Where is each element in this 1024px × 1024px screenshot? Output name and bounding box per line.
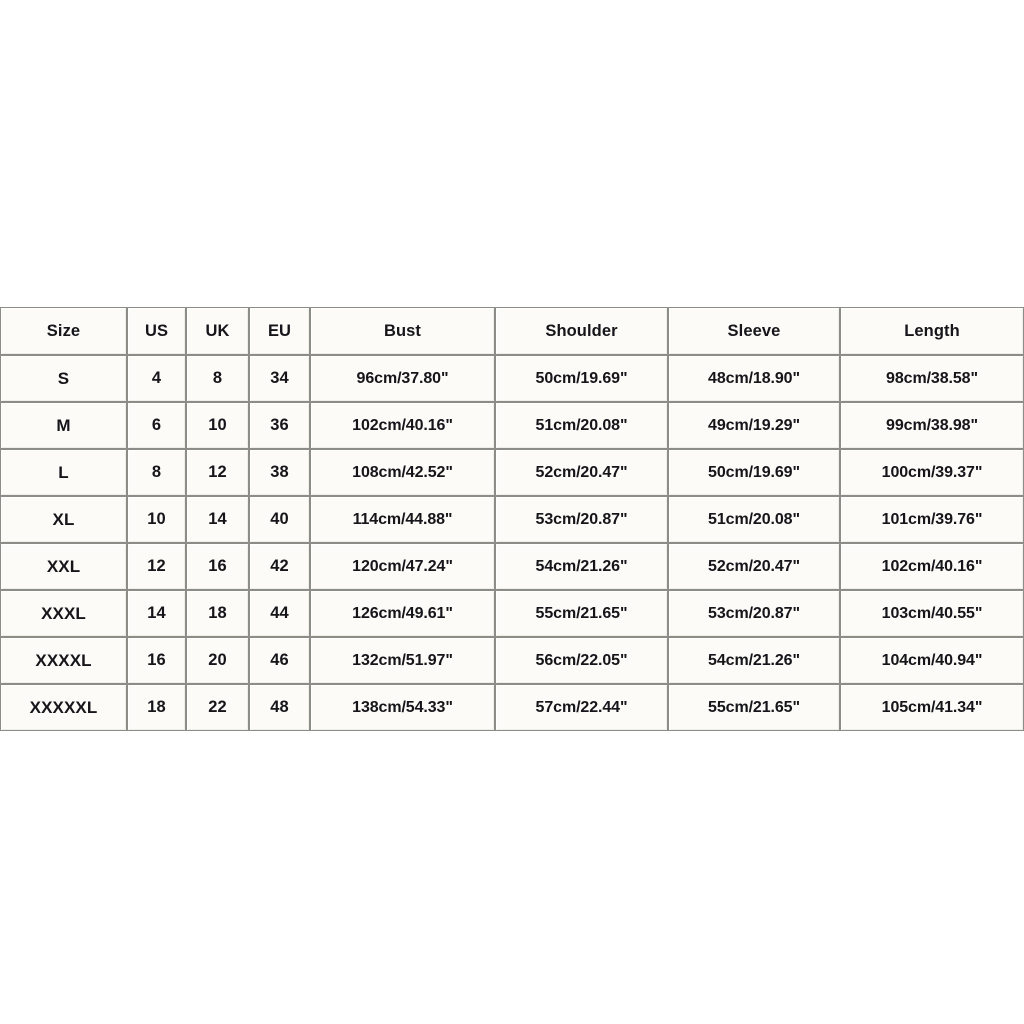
table-row: L 8 12 38 108cm/42.52" 52cm/20.47" 50cm/19.69"… [0,449,1024,496]
size-number-cell-uk: 10 [186,402,249,449]
measurement-cell-sleeve: 55cm/21.65" [668,684,840,731]
column-header-us: US [127,307,186,355]
measurement-cell-sleeve: 54cm/21.26" [668,637,840,684]
size-label-cell: XXXXL [0,637,127,684]
measurement-cell-length: 98cm/38.58" [840,355,1024,402]
measurement-cell-length: 100cm/39.37" [840,449,1024,496]
size-number-cell-us: 8 [127,449,186,496]
size-number-cell-us: 12 [127,543,186,590]
measurement-cell-shoulder: 51cm/20.08" [495,402,668,449]
measurement-cell-bust: 132cm/51.97" [310,637,495,684]
table-row: XL 10 14 40 114cm/44.88" 53cm/20.87" 51cm/20.0… [0,496,1024,543]
measurement-cell-shoulder: 55cm/21.65" [495,590,668,637]
table-row: XXL 12 16 42 120cm/47.24" 54cm/21.26" 52cm/20.… [0,543,1024,590]
measurement-cell-sleeve: 51cm/20.08" [668,496,840,543]
measurement-cell-shoulder: 53cm/20.87" [495,496,668,543]
size-number-cell-us: 16 [127,637,186,684]
table-row: XXXXL 16 20 46 132cm/51.97" 56cm/22.05" 54cm/2… [0,637,1024,684]
table-row: S 4 8 34 96cm/37.80" 50cm/19.69" 48cm/18.90" 98… [0,355,1024,402]
size-number-cell-eu: 36 [249,402,310,449]
size-number-cell-eu: 38 [249,449,310,496]
measurement-cell-shoulder: 56cm/22.05" [495,637,668,684]
column-header-bust: Bust [310,307,495,355]
size-number-cell-uk: 12 [186,449,249,496]
size-number-cell-eu: 44 [249,590,310,637]
measurement-cell-length: 104cm/40.94" [840,637,1024,684]
size-chart-container: Size US UK EU Bust Shoulder Sleeve Length S 4 8 34… [0,307,1024,731]
size-number-cell-eu: 34 [249,355,310,402]
size-number-cell-uk: 8 [186,355,249,402]
measurement-cell-bust: 102cm/40.16" [310,402,495,449]
measurement-cell-shoulder: 52cm/20.47" [495,449,668,496]
measurement-cell-sleeve: 48cm/18.90" [668,355,840,402]
column-header-eu: EU [249,307,310,355]
size-number-cell-eu: 46 [249,637,310,684]
size-number-cell-uk: 14 [186,496,249,543]
size-number-cell-us: 4 [127,355,186,402]
measurement-cell-shoulder: 57cm/22.44" [495,684,668,731]
measurement-cell-sleeve: 50cm/19.69" [668,449,840,496]
measurement-cell-sleeve: 53cm/20.87" [668,590,840,637]
table-row: XXXL 14 18 44 126cm/49.61" 55cm/21.65" 53cm/20… [0,590,1024,637]
table-row: XXXXXL 18 22 48 138cm/54.33" 57cm/22.44" 55cm/… [0,684,1024,731]
measurement-cell-length: 105cm/41.34" [840,684,1024,731]
column-header-uk: UK [186,307,249,355]
measurement-cell-shoulder: 50cm/19.69" [495,355,668,402]
measurement-cell-sleeve: 52cm/20.47" [668,543,840,590]
size-number-cell-us: 18 [127,684,186,731]
size-number-cell-eu: 40 [249,496,310,543]
size-label-cell: S [0,355,127,402]
column-header-length: Length [840,307,1024,355]
measurement-cell-bust: 120cm/47.24" [310,543,495,590]
size-label-cell: XXXL [0,590,127,637]
column-header-shoulder: Shoulder [495,307,668,355]
size-number-cell-eu: 48 [249,684,310,731]
measurement-cell-sleeve: 49cm/19.29" [668,402,840,449]
column-header-size: Size [0,307,127,355]
size-chart-page: Size US UK EU Bust Shoulder Sleeve Length S 4 8 34… [0,0,1024,1024]
size-label-cell: L [0,449,127,496]
measurement-cell-length: 101cm/39.76" [840,496,1024,543]
table-header-row: Size US UK EU Bust Shoulder Sleeve Length [0,307,1024,355]
measurement-cell-shoulder: 54cm/21.26" [495,543,668,590]
table-body: S 4 8 34 96cm/37.80" 50cm/19.69" 48cm/18.90" 98… [0,355,1024,731]
size-label-cell: XXXXXL [0,684,127,731]
measurement-cell-bust: 108cm/42.52" [310,449,495,496]
size-chart-table: Size US UK EU Bust Shoulder Sleeve Length S 4 8 34… [0,307,1024,731]
column-header-sleeve: Sleeve [668,307,840,355]
size-number-cell-uk: 16 [186,543,249,590]
measurement-cell-bust: 96cm/37.80" [310,355,495,402]
measurement-cell-length: 102cm/40.16" [840,543,1024,590]
size-number-cell-us: 14 [127,590,186,637]
size-number-cell-uk: 20 [186,637,249,684]
table-row: M 6 10 36 102cm/40.16" 51cm/20.08" 49cm/19.29"… [0,402,1024,449]
table-header: Size US UK EU Bust Shoulder Sleeve Length [0,307,1024,355]
measurement-cell-length: 99cm/38.98" [840,402,1024,449]
size-label-cell: M [0,402,127,449]
size-number-cell-us: 6 [127,402,186,449]
size-number-cell-eu: 42 [249,543,310,590]
size-number-cell-uk: 18 [186,590,249,637]
measurement-cell-length: 103cm/40.55" [840,590,1024,637]
measurement-cell-bust: 126cm/49.61" [310,590,495,637]
size-number-cell-uk: 22 [186,684,249,731]
size-number-cell-us: 10 [127,496,186,543]
measurement-cell-bust: 138cm/54.33" [310,684,495,731]
size-label-cell: XXL [0,543,127,590]
size-label-cell: XL [0,496,127,543]
measurement-cell-bust: 114cm/44.88" [310,496,495,543]
